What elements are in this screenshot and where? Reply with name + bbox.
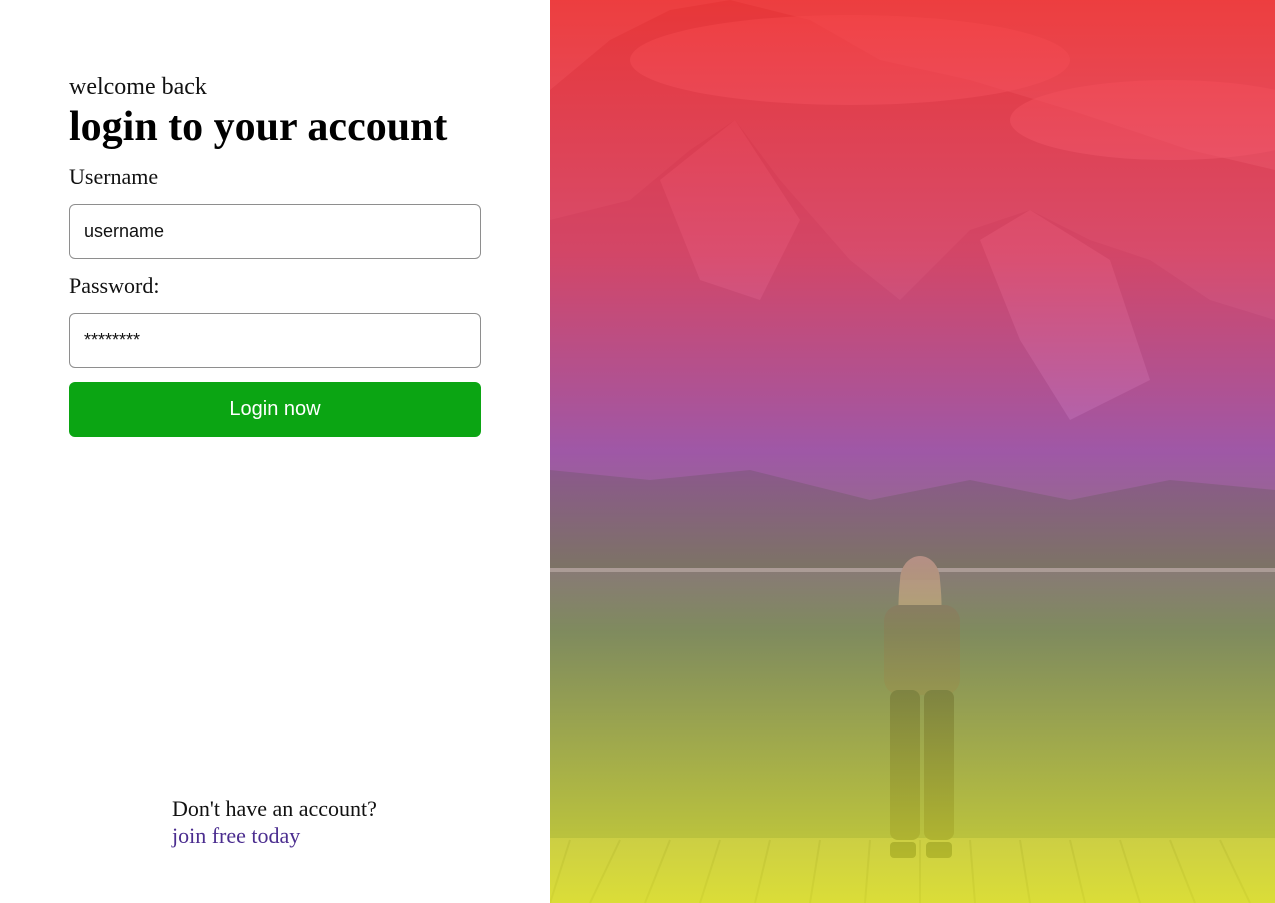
hero-illustration: [550, 0, 1275, 903]
join-link[interactable]: join free today: [172, 822, 377, 849]
signup-text: Don't have an account?: [172, 796, 377, 821]
login-button[interactable]: Login now: [69, 382, 481, 437]
username-label: Username: [69, 164, 159, 189]
login-panel: welcome back login to your account Usern…: [0, 0, 550, 903]
login-page: welcome back login to your account Usern…: [0, 0, 1275, 903]
welcome-text: welcome back: [69, 74, 207, 100]
signup-prompt: Don't have an account? join free today: [172, 795, 377, 849]
hero-image: [550, 0, 1275, 903]
password-input[interactable]: [69, 313, 481, 368]
page-title: login to your account: [69, 104, 448, 150]
mist: [630, 15, 1070, 105]
username-input[interactable]: [69, 204, 481, 259]
password-label: Password:: [69, 273, 160, 298]
login-form: welcome back login to your account Usern…: [69, 72, 481, 437]
